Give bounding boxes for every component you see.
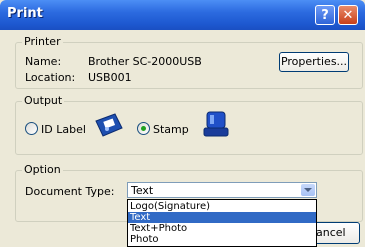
id-label-radio-label[interactable]: ID Label [41, 123, 86, 136]
id-card-icon [93, 111, 125, 139]
id-label-radio[interactable] [25, 122, 38, 135]
stamp-radio-label[interactable]: Stamp [153, 123, 189, 136]
document-type-dropdown: Logo(Signature) Text Text+Photo Photo [127, 199, 317, 247]
properties-button-label: Properties... [280, 55, 348, 68]
document-type-select[interactable]: Text [127, 182, 317, 198]
document-type-value: Text [131, 184, 154, 197]
document-type-label: Document Type: [25, 185, 115, 198]
option-legend: Option [22, 163, 63, 176]
stamp-radio[interactable] [137, 122, 150, 135]
chevron-down-icon[interactable] [301, 184, 315, 196]
printer-name-value: Brother SC-2000USB [88, 55, 202, 68]
printer-location-value: USB001 [88, 71, 132, 84]
dropdown-item-photo[interactable]: Photo [128, 234, 316, 245]
output-legend: Output [22, 94, 65, 107]
cancel-button-label: ancel [316, 226, 346, 239]
stamp-icon [201, 110, 231, 142]
title-bar: Print ? ✕ [0, 0, 365, 30]
stamp-radio-dot [141, 126, 146, 131]
dropdown-item-text-photo[interactable]: Text+Photo [128, 223, 316, 234]
printer-name-label: Name: [25, 55, 62, 68]
window-title: Print [7, 6, 43, 21]
printer-location-label: Location: [25, 71, 76, 84]
close-button[interactable]: ✕ [338, 5, 358, 25]
help-button[interactable]: ? [315, 5, 335, 25]
dropdown-item-text[interactable]: Text [128, 212, 316, 223]
printer-legend: Printer [22, 35, 63, 48]
properties-button[interactable]: Properties... [279, 52, 349, 72]
dropdown-item-logo-signature[interactable]: Logo(Signature) [128, 201, 316, 212]
